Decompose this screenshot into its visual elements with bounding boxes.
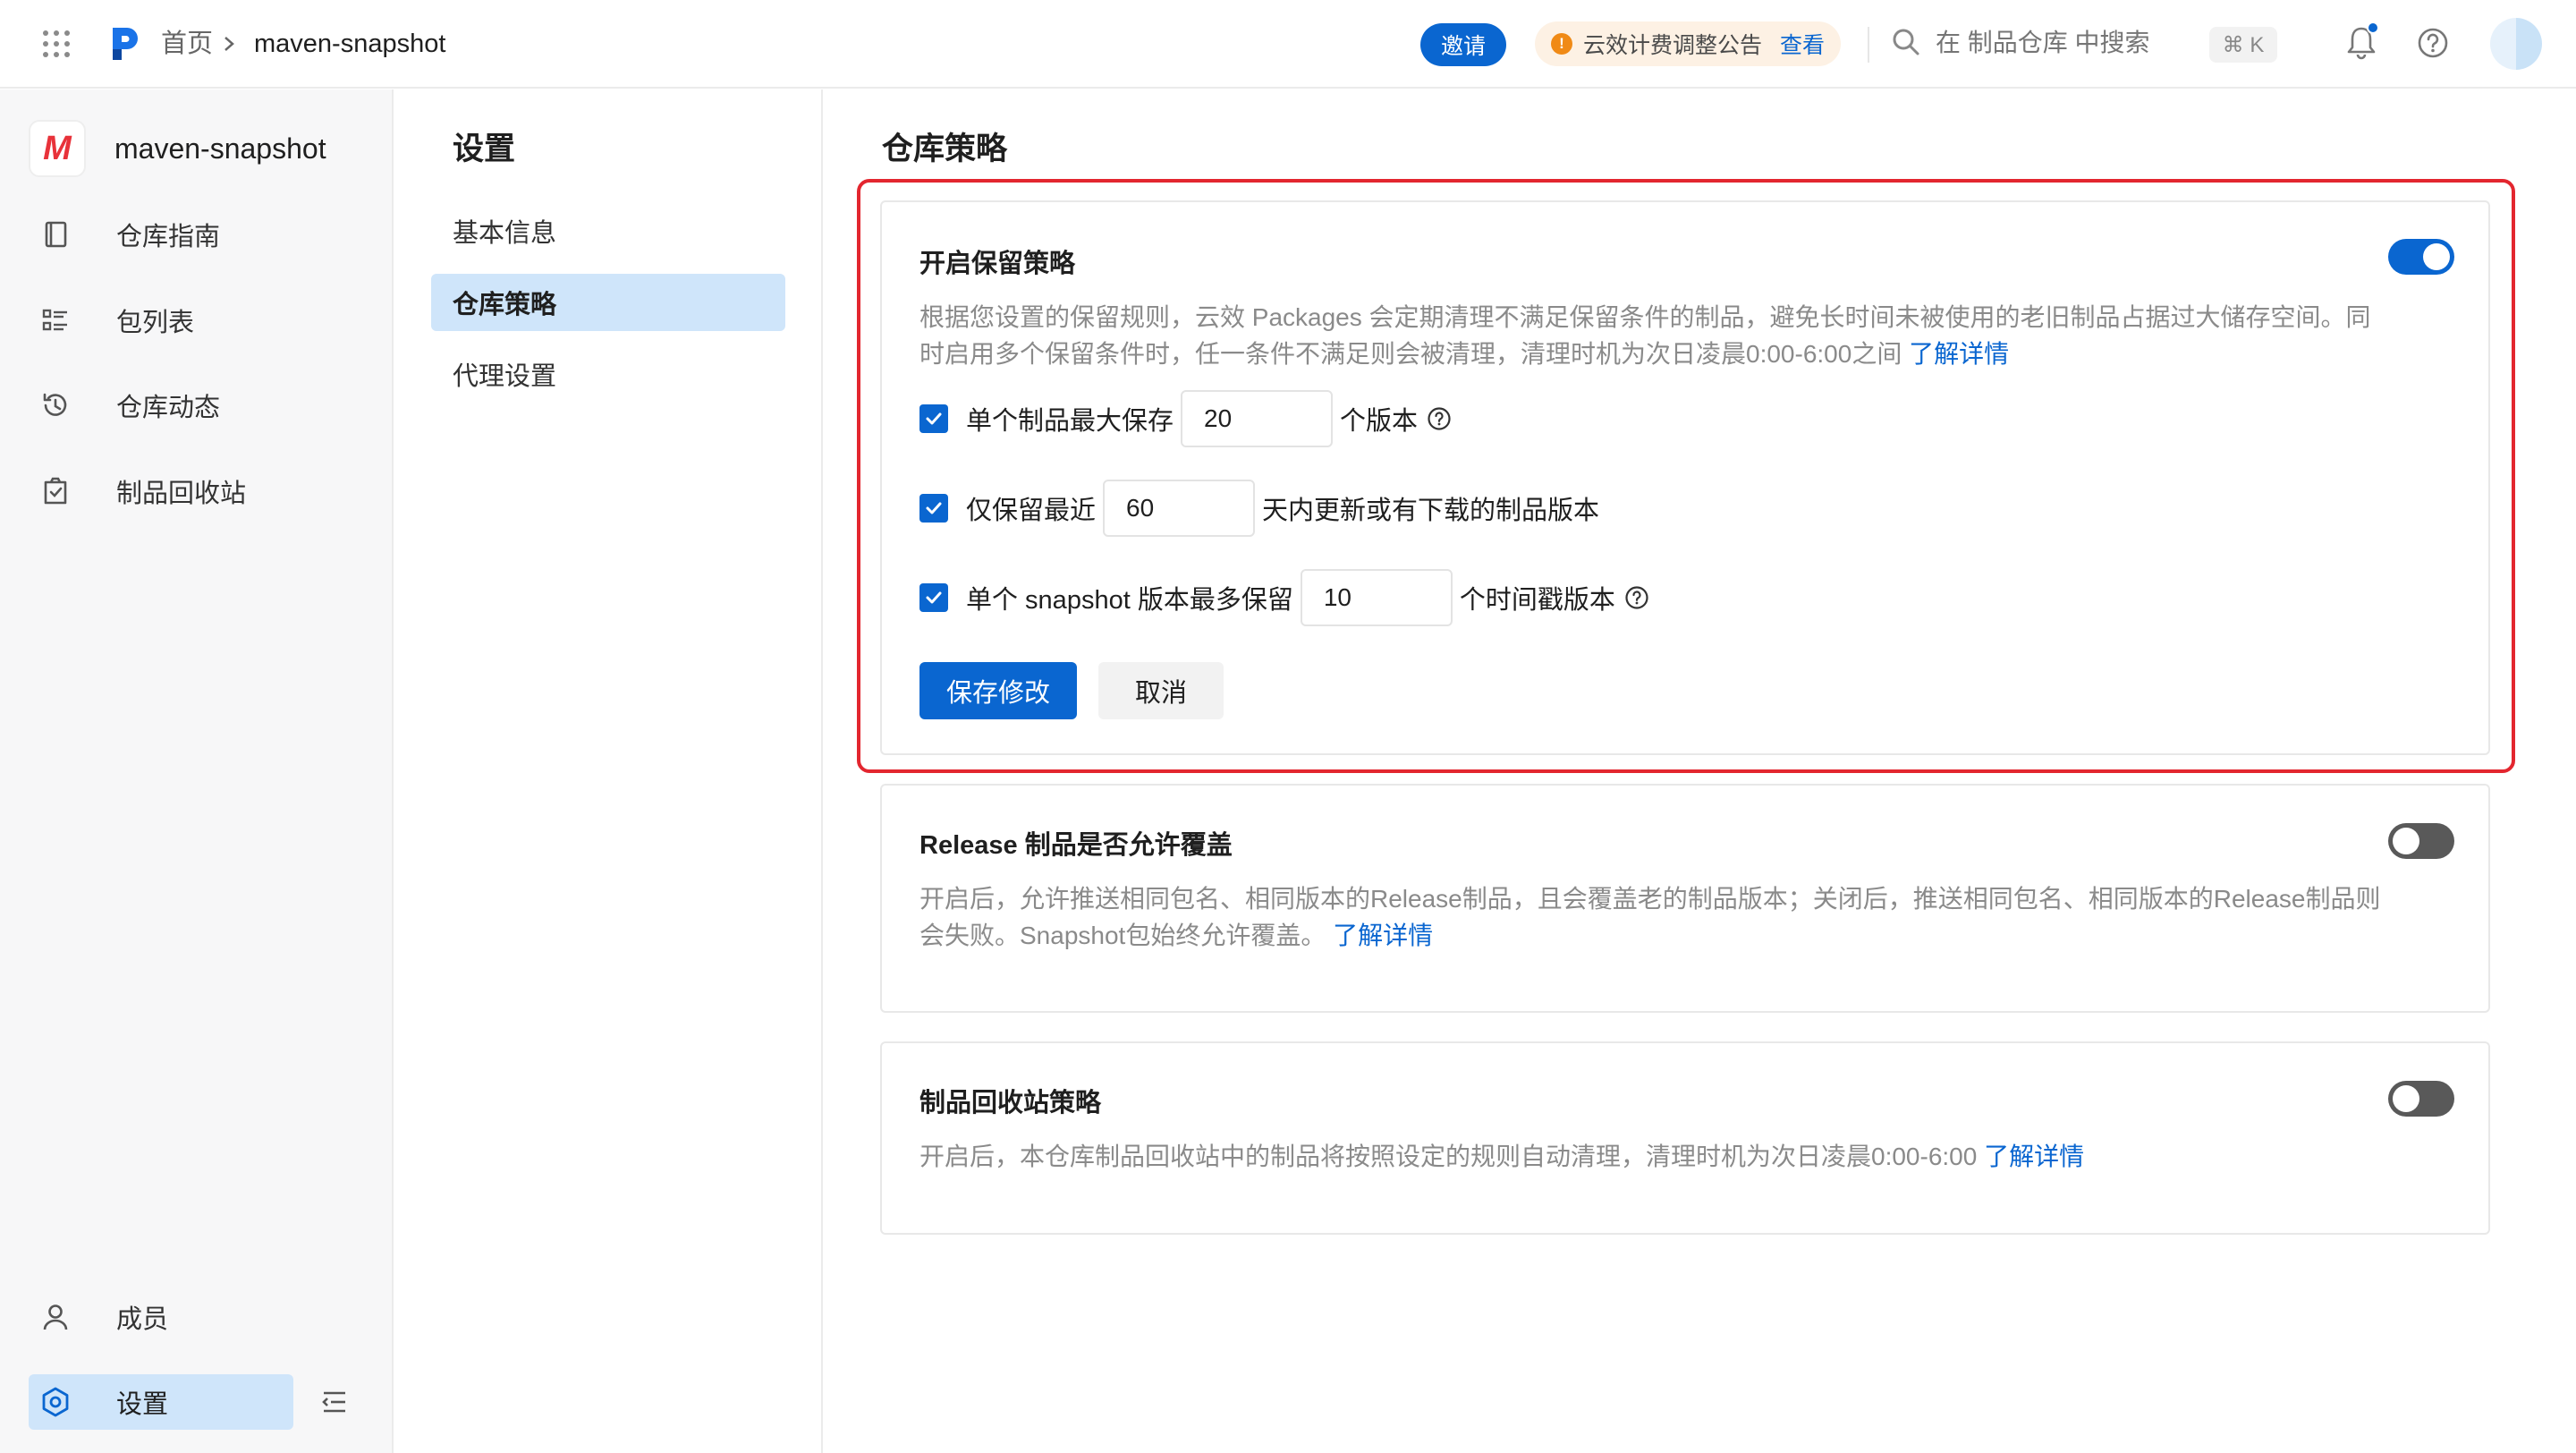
release-override-toggle[interactable]: [2388, 823, 2454, 859]
rule-label: 单个制品最大保存: [966, 407, 1174, 436]
notification-badge: [2367, 21, 2379, 34]
user-avatar[interactable]: [2490, 18, 2542, 70]
subnav-item-repo-policy[interactable]: 仓库策略: [431, 274, 785, 331]
top-bar: 首页 maven-snapshot 邀请 ! 云效计费调整公告 查看 ⌘ K: [0, 0, 2576, 89]
rule-snapshot-timestamps: 单个 snapshot 版本最多保留 个时间戳版本: [919, 569, 1649, 626]
question-icon[interactable]: [1427, 406, 1452, 431]
sidebar-item-guide[interactable]: 仓库指南: [29, 207, 293, 262]
save-button[interactable]: 保存修改: [919, 662, 1077, 719]
retention-description: 根据您设置的保留规则，云效 Packages 会定期清理不满足保留条件的制品，避…: [919, 303, 2371, 368]
subnav-title: 设置: [453, 132, 516, 166]
rule-unit: 个版本: [1340, 407, 1419, 436]
repo-logo: M: [29, 120, 86, 177]
app-grid-icon[interactable]: [41, 29, 72, 59]
release-override-title: Release 制品是否允许覆盖: [919, 831, 1233, 860]
notice-text: 云效计费调整公告: [1583, 33, 1763, 58]
packages-logo-icon[interactable]: [109, 24, 140, 64]
sidebar-item-label: 制品回收站: [116, 480, 247, 508]
recycle-policy-toggle[interactable]: [2388, 1081, 2454, 1117]
recycle-policy-card: 制品回收站策略 开启后，本仓库制品回收站中的制品将按照设定的规则自动清理，清理时…: [880, 1041, 2490, 1235]
rule-label: 仅保留最近: [966, 497, 1097, 525]
billing-notice[interactable]: ! 云效计费调整公告 查看: [1535, 21, 1841, 66]
sidebar-item-label: 成员: [116, 1305, 169, 1334]
sidebar-item-label: 仓库指南: [116, 223, 221, 251]
sidebar-item-members[interactable]: 成员: [29, 1289, 293, 1345]
sidebar: M maven-snapshot 仓库指南 包列表 仓库动态 制品回收站 成员 …: [0, 89, 394, 1453]
history-icon: [43, 393, 67, 416]
search-shortcut-badge: ⌘ K: [2209, 27, 2277, 63]
rule-label: 单个 snapshot 版本最多保留: [966, 586, 1293, 615]
list-icon: [42, 309, 67, 331]
sidebar-item-packages[interactable]: 包列表: [29, 293, 293, 348]
subnav-item-basic-info[interactable]: 基本信息: [431, 202, 785, 259]
sidebar-item-recycle-bin[interactable]: 制品回收站: [29, 463, 293, 519]
search-input[interactable]: [1936, 23, 2195, 63]
recycle-policy-description: 开启后，本仓库制品回收站中的制品将按照设定的规则自动清理，清理时机为次日凌晨0:…: [919, 1143, 2085, 1170]
learn-more-link[interactable]: 了解详情: [1909, 340, 2009, 368]
sidebar-item-label: 设置: [116, 1390, 169, 1419]
breadcrumb-current[interactable]: maven-snapshot: [254, 27, 445, 61]
collapse-sidebar-icon[interactable]: [318, 1386, 351, 1418]
notice-view-link[interactable]: 查看: [1780, 28, 1825, 60]
release-override-card: Release 制品是否允许覆盖 开启后，允许推送相同包名、相同版本的Relea…: [880, 784, 2490, 1013]
sidebar-item-settings[interactable]: 设置: [29, 1374, 293, 1430]
max-versions-input[interactable]: [1181, 390, 1334, 447]
retention-title: 开启保留策略: [919, 250, 1076, 278]
recycle-bin-icon: [44, 477, 67, 505]
learn-more-link[interactable]: 了解详情: [1333, 922, 1433, 949]
rule-unit: 天内更新或有下载的制品版本: [1262, 497, 1600, 525]
book-icon: [45, 221, 67, 248]
rule-max-versions: 单个制品最大保存 个版本: [919, 390, 1452, 447]
retention-toggle[interactable]: [2388, 239, 2454, 275]
sidebar-item-activity[interactable]: 仓库动态: [29, 378, 293, 433]
subnav-item-proxy-settings[interactable]: 代理设置: [431, 345, 785, 403]
chevron-right-icon: [225, 37, 234, 51]
page-title: 仓库策略: [882, 132, 1008, 166]
breadcrumb-home[interactable]: 首页: [161, 27, 213, 61]
settings-icon: [42, 1387, 69, 1417]
repo-name: maven-snapshot: [114, 132, 326, 165]
search-icon: [1893, 29, 1919, 55]
recent-days-input[interactable]: [1103, 480, 1256, 537]
release-override-description: 开启后，允许推送相同包名、相同版本的Release制品，且会覆盖老的制品版本；关…: [919, 885, 2381, 949]
sidebar-item-label: 包列表: [116, 309, 195, 337]
invite-button[interactable]: 邀请: [1420, 23, 1506, 66]
question-icon[interactable]: [1624, 585, 1649, 610]
retention-policy-card: 开启保留策略 根据您设置的保留规则，云效 Packages 会定期清理不满足保留…: [880, 200, 2490, 755]
divider: [1868, 27, 1869, 63]
user-icon: [43, 1304, 68, 1330]
rule-snapshot-timestamps-checkbox[interactable]: [919, 583, 948, 612]
rule-max-versions-checkbox[interactable]: [919, 404, 948, 433]
rule-recent-days-checkbox[interactable]: [919, 494, 948, 523]
recycle-policy-title: 制品回收站策略: [919, 1089, 1102, 1117]
snapshot-timestamps-input[interactable]: [1300, 569, 1453, 626]
warning-icon: !: [1551, 33, 1572, 55]
rule-unit: 个时间戳版本: [1459, 586, 1615, 615]
settings-subnav: 设置 基本信息 仓库策略 代理设置: [394, 89, 823, 1453]
rule-recent-days: 仅保留最近 天内更新或有下载的制品版本: [919, 480, 1599, 537]
learn-more-link[interactable]: 了解详情: [1984, 1143, 2084, 1170]
help-icon[interactable]: [2417, 27, 2449, 59]
cancel-button[interactable]: 取消: [1098, 662, 1224, 719]
repo-header[interactable]: M maven-snapshot: [29, 120, 326, 177]
sidebar-item-label: 仓库动态: [116, 394, 221, 422]
